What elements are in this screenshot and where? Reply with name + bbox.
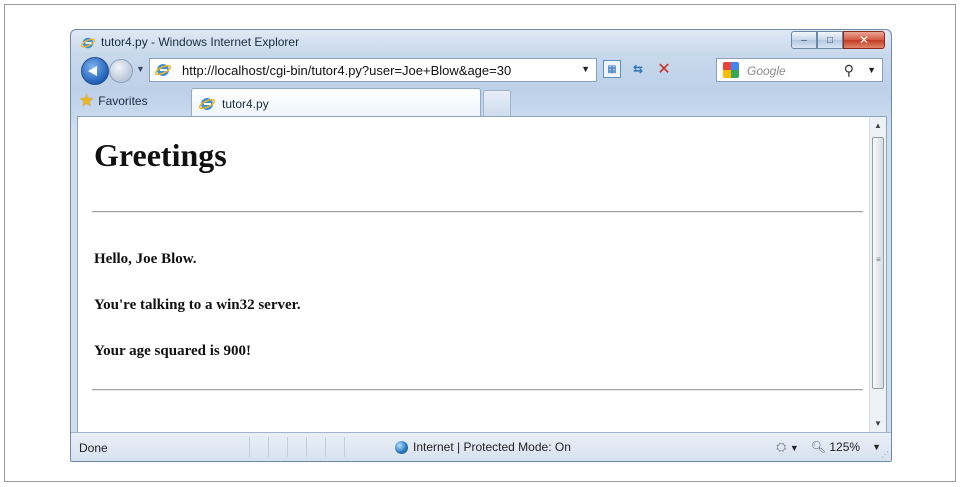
status-bar: Done Internet | Protected Mode: On ⛭ ▼ 🔍… [71, 432, 891, 461]
horizontal-rule [92, 211, 863, 213]
tab-bar: ★ Favorites tutor4.py [71, 86, 891, 118]
scroll-down-icon[interactable]: ▼ [870, 415, 886, 433]
server-line: You're talking to a win32 server. [94, 297, 301, 313]
minimize-icon: – [801, 34, 807, 46]
url-field[interactable]: http://localhost/cgi-bin/tutor4.py?user=… [182, 63, 511, 78]
document-body: Greetings Hello, Joe Blow. You're talkin… [78, 117, 869, 433]
address-bar[interactable]: http://localhost/cgi-bin/tutor4.py?user=… [149, 58, 597, 82]
browser-window: tutor4.py - Windows Internet Explorer – … [70, 29, 892, 462]
status-divider [268, 437, 269, 457]
compatibility-view-icon[interactable]: ▦ [603, 60, 621, 78]
privacy-button[interactable]: ⛭ ▼ [776, 439, 799, 455]
status-divider [325, 437, 326, 457]
vertical-scrollbar[interactable]: ▲ ≡ ▼ [869, 117, 886, 433]
close-button[interactable]: ✕ [843, 31, 885, 49]
navigation-bar: ▼ http://localhost/cgi-bin/tutor4.py?use… [71, 54, 891, 86]
forward-button[interactable] [109, 59, 133, 83]
maximize-icon: □ [826, 34, 834, 46]
greeting-line: Hello, Joe Blow. [94, 251, 197, 267]
search-box[interactable]: Google ⚲ ▼ [716, 58, 883, 82]
address-dropdown[interactable]: ▼ [581, 64, 590, 74]
ie-logo-icon [81, 37, 95, 49]
horizontal-rule [92, 389, 863, 391]
ie-page-icon [199, 98, 215, 110]
resize-grip-icon[interactable]: ⋰ [881, 450, 889, 459]
zoom-dropdown[interactable]: ▼ [872, 442, 881, 452]
status-divider [287, 437, 288, 457]
favorites-button[interactable]: ★ Favorites [79, 90, 148, 112]
tab-tutor4[interactable]: tutor4.py [191, 88, 481, 118]
status-divider [306, 437, 307, 457]
status-panels [249, 437, 389, 457]
page-icon [155, 64, 171, 76]
stop-icon[interactable]: ✕ [655, 60, 673, 78]
magnifier-icon: 🔍︎ [810, 440, 827, 454]
new-tab-button[interactable] [483, 90, 511, 116]
status-right-controls: ⛭ ▼ 🔍︎ 125% ▼ [776, 439, 881, 455]
title-bar: tutor4.py - Windows Internet Explorer – … [71, 30, 891, 54]
minimize-button[interactable]: – [791, 31, 817, 49]
back-button[interactable] [81, 57, 109, 85]
caption-buttons: – □ ✕ [791, 31, 885, 51]
globe-icon [395, 440, 408, 454]
google-icon [723, 62, 739, 78]
window-title: tutor4.py - Windows Internet Explorer [101, 35, 300, 49]
search-options-dropdown[interactable]: ▼ [867, 65, 876, 75]
maximize-button[interactable]: □ [817, 31, 843, 49]
page-heading: Greetings [94, 137, 227, 173]
refresh-icon[interactable]: ⇆ [629, 60, 647, 78]
chevron-down-icon: ▼ [789, 443, 799, 453]
status-divider [344, 437, 345, 457]
zone-text: Internet | Protected Mode: On [413, 440, 571, 454]
page-content: Greetings Hello, Joe Blow. You're talkin… [77, 116, 887, 434]
tab-label: tutor4.py [222, 97, 269, 111]
status-text: Done [79, 441, 108, 455]
close-icon: ✕ [858, 33, 870, 47]
address-tools: ▦ ⇆ ✕ [603, 60, 673, 78]
search-input[interactable]: Google [747, 64, 786, 78]
security-zone[interactable]: Internet | Protected Mode: On [395, 440, 571, 454]
zoom-button[interactable]: 🔍︎ 125% [811, 440, 860, 454]
search-icon[interactable]: ⚲ [844, 62, 854, 79]
scroll-up-icon[interactable]: ▲ [870, 117, 886, 135]
zoom-level: 125% [829, 440, 861, 454]
status-divider [249, 437, 250, 457]
age-line: Your age squared is 900! [94, 343, 251, 359]
favorites-label: Favorites [98, 94, 148, 108]
star-icon: ★ [79, 91, 95, 110]
grip-icon: ≡ [876, 255, 881, 264]
recent-pages-dropdown[interactable]: ▼ [136, 64, 145, 74]
scroll-thumb[interactable]: ≡ [872, 137, 884, 389]
privacy-icon: ⛭ [776, 439, 787, 454]
